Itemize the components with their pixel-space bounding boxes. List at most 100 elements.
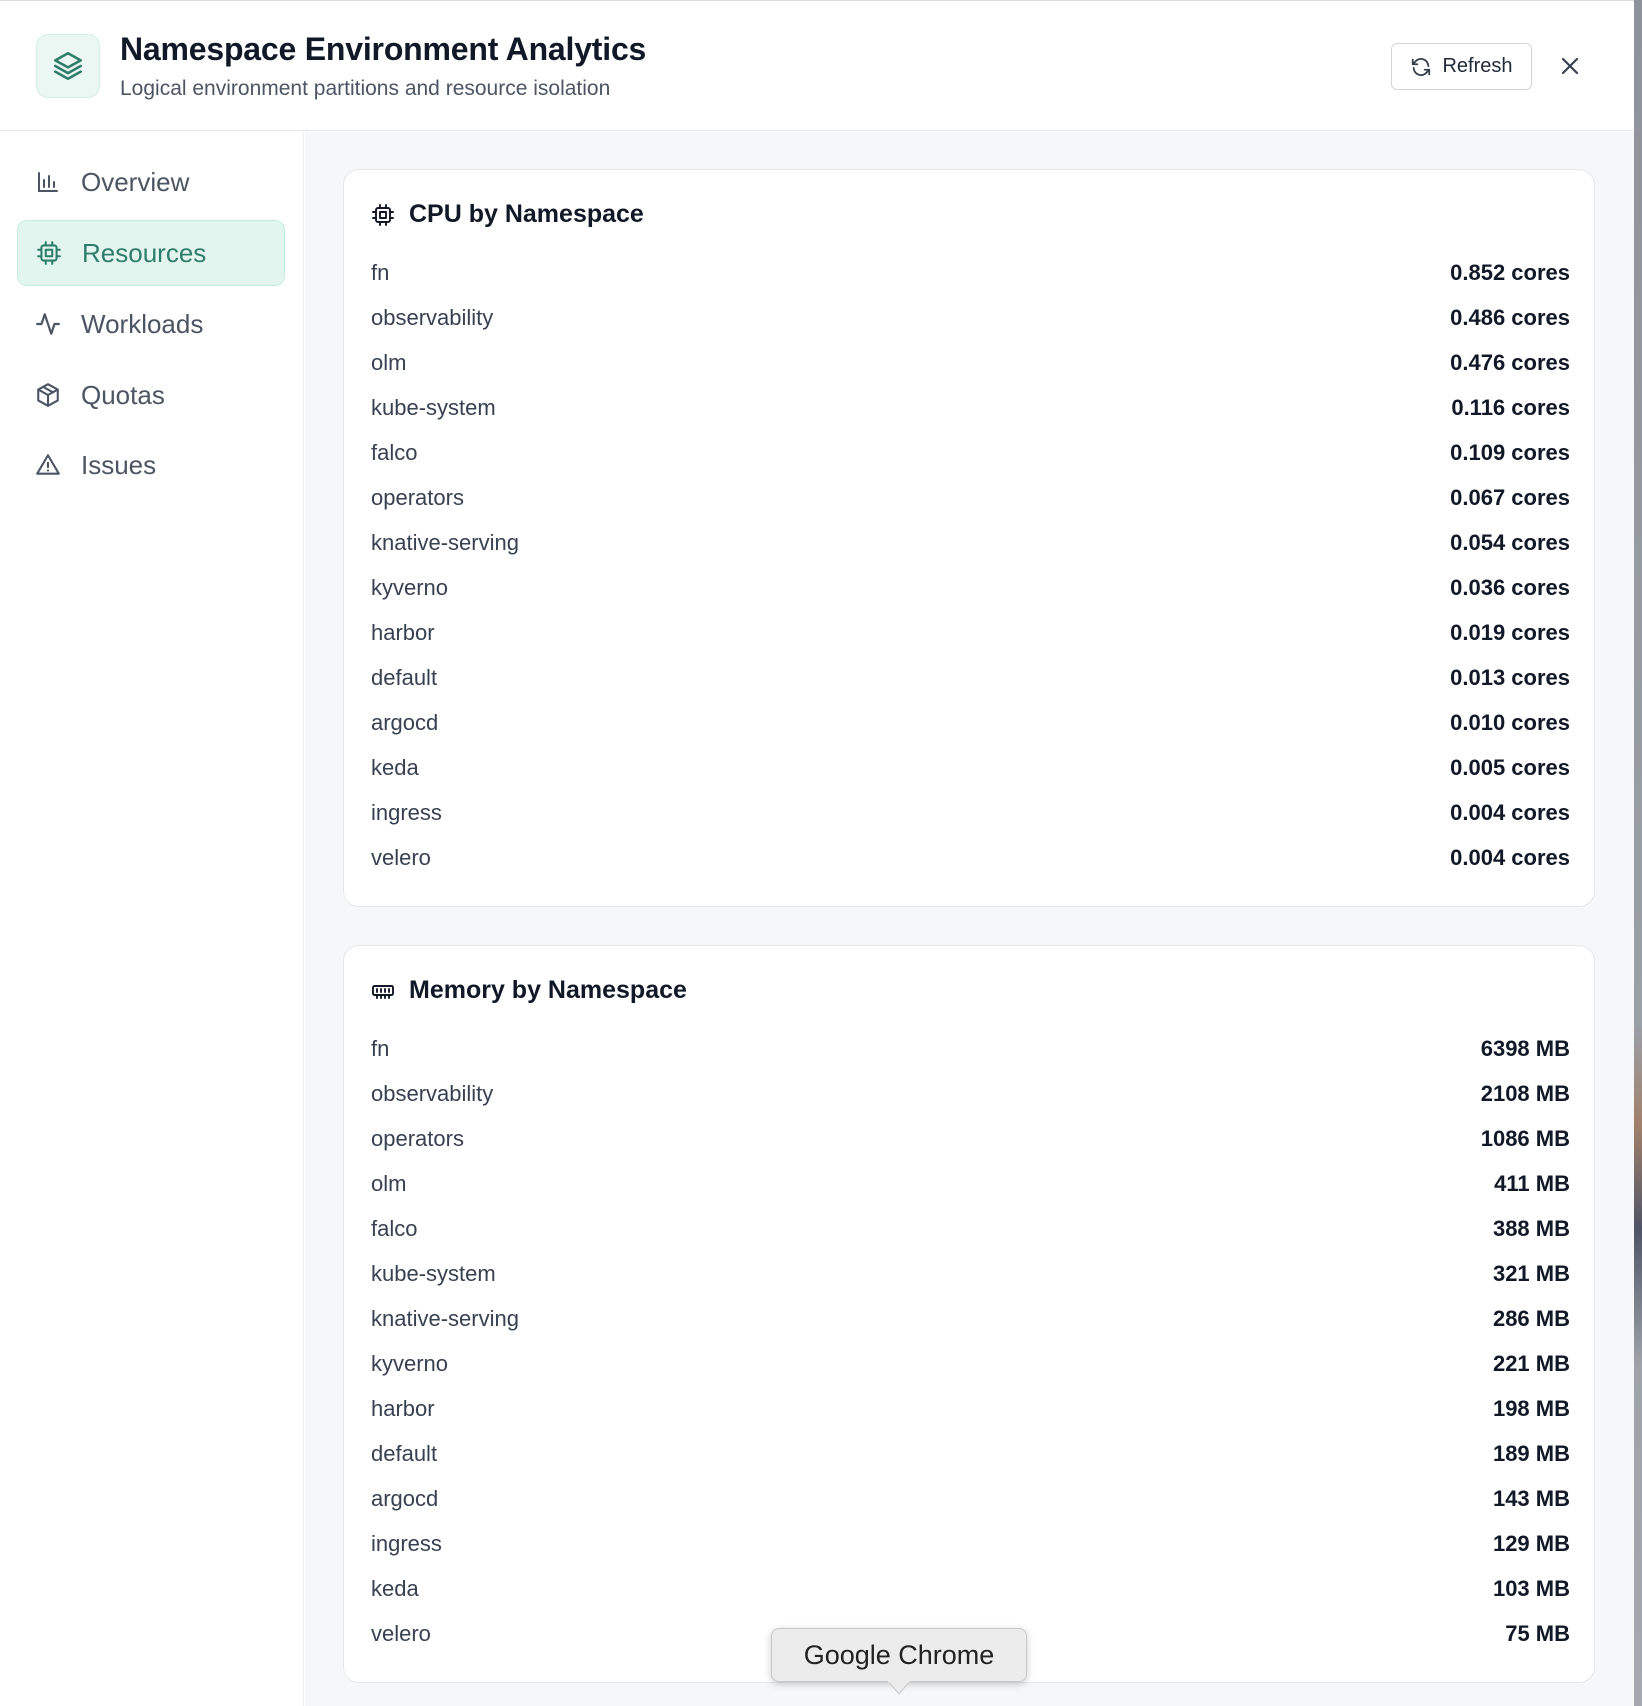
sidebar-item-quotas[interactable]: Quotas bbox=[17, 362, 285, 428]
card-title: Memory by Namespace bbox=[371, 976, 687, 1005]
refresh-label: Refresh bbox=[1442, 55, 1513, 77]
modal-header: Namespace Environment Analytics Logical … bbox=[0, 1, 1634, 131]
list-item: fn 0.852 cores bbox=[371, 250, 1570, 295]
memory-value: 411 MB bbox=[1494, 1170, 1570, 1196]
cpu-card: CPU by Namespace fn 0.852 cores observabi… bbox=[343, 169, 1595, 907]
memory-value: 143 MB bbox=[1492, 1485, 1570, 1511]
close-button[interactable] bbox=[1554, 47, 1586, 85]
memory-value: 2108 MB bbox=[1480, 1080, 1570, 1106]
memory-value: 198 MB bbox=[1492, 1395, 1570, 1421]
namespace-name: olm bbox=[371, 349, 407, 375]
list-item: operators 0.067 cores bbox=[371, 475, 1570, 520]
namespace-name: argocd bbox=[371, 1485, 439, 1511]
package-icon bbox=[35, 382, 61, 408]
memory-value: 6398 MB bbox=[1480, 1035, 1570, 1061]
analytics-modal: Namespace Environment Analytics Logical … bbox=[0, 0, 1634, 1706]
namespace-name: argocd bbox=[371, 709, 439, 735]
alert-triangle-icon bbox=[35, 452, 61, 478]
refresh-icon bbox=[1410, 56, 1432, 78]
refresh-button[interactable]: Refresh bbox=[1391, 43, 1532, 90]
list-item: default 189 MB bbox=[371, 1431, 1570, 1476]
sidebar-item-label: Resources bbox=[82, 237, 207, 268]
namespace-name: kyverno bbox=[371, 1350, 449, 1376]
cpu-value: 0.486 cores bbox=[1450, 304, 1570, 330]
list-item: olm 411 MB bbox=[371, 1161, 1570, 1206]
namespace-name: ingress bbox=[371, 799, 442, 825]
cpu-value: 0.004 cores bbox=[1450, 844, 1570, 870]
namespace-name: kube-system bbox=[371, 394, 496, 420]
memory-value: 286 MB bbox=[1492, 1305, 1570, 1331]
cpu-value: 0.004 cores bbox=[1450, 799, 1570, 825]
list-item: velero 0.004 cores bbox=[371, 835, 1570, 880]
memory-value: 221 MB bbox=[1492, 1350, 1570, 1376]
sidebar-item-overview[interactable]: Overview bbox=[17, 149, 285, 215]
page-title: Namespace Environment Analytics bbox=[120, 31, 647, 67]
list-item: default 0.013 cores bbox=[371, 655, 1570, 700]
memory-value: 75 MB bbox=[1505, 1620, 1570, 1646]
cpu-icon bbox=[36, 240, 62, 266]
namespace-name: falco bbox=[371, 1215, 418, 1241]
cpu-value: 0.109 cores bbox=[1450, 439, 1570, 465]
cpu-value: 0.013 cores bbox=[1450, 664, 1570, 690]
namespace-name: observability bbox=[371, 1080, 494, 1106]
namespace-name: default bbox=[371, 1440, 438, 1466]
memory-card: Memory by Namespace fn 6398 MB observabil… bbox=[343, 945, 1595, 1683]
sidebar-item-label: Workloads bbox=[81, 308, 204, 339]
list-item: observability 2108 MB bbox=[371, 1071, 1570, 1116]
list-item: operators 1086 MB bbox=[371, 1116, 1570, 1161]
list-item: ingress 0.004 cores bbox=[371, 790, 1570, 835]
list-item: argocd 0.010 cores bbox=[371, 700, 1570, 745]
namespace-name: operators bbox=[371, 1125, 464, 1151]
namespace-name: harbor bbox=[371, 1395, 435, 1421]
namespace-name: velero bbox=[371, 1620, 431, 1646]
namespace-name: keda bbox=[371, 754, 419, 780]
list-item: keda 0.005 cores bbox=[371, 745, 1570, 790]
namespace-name: kyverno bbox=[371, 574, 449, 600]
list-item: argocd 143 MB bbox=[371, 1476, 1570, 1521]
namespace-name: olm bbox=[371, 1170, 407, 1196]
namespace-name: operators bbox=[371, 484, 464, 510]
cpu-value: 0.019 cores bbox=[1450, 619, 1570, 645]
list-item: harbor 0.019 cores bbox=[371, 610, 1570, 655]
memory-list: fn 6398 MB observability 2108 MB operators… bbox=[371, 1026, 1570, 1656]
main-content: CPU by Namespace fn 0.852 cores observabi… bbox=[305, 132, 1634, 1706]
namespace-name: keda bbox=[371, 1575, 419, 1601]
tooltip-pointer bbox=[888, 1681, 910, 1695]
namespace-name: ingress bbox=[371, 1530, 442, 1556]
sidebar-item-issues[interactable]: Issues bbox=[17, 432, 285, 498]
list-item: falco 388 MB bbox=[371, 1206, 1570, 1251]
list-item: harbor 198 MB bbox=[371, 1386, 1570, 1431]
list-item: kube-system 0.116 cores bbox=[371, 385, 1570, 430]
list-item: falco 0.109 cores bbox=[371, 430, 1570, 475]
memory-icon bbox=[371, 979, 395, 1003]
cpu-value: 0.116 cores bbox=[1451, 394, 1570, 420]
list-item: observability 0.486 cores bbox=[371, 295, 1570, 340]
memory-card-title: Memory by Namespace bbox=[409, 976, 687, 1004]
namespace-name: fn bbox=[371, 259, 390, 285]
namespace-name: knative-serving bbox=[371, 529, 519, 555]
memory-value: 1086 MB bbox=[1480, 1125, 1570, 1151]
namespace-name: kube-system bbox=[371, 1260, 496, 1286]
layers-icon bbox=[36, 34, 100, 98]
namespace-name: falco bbox=[371, 439, 418, 465]
memory-value: 129 MB bbox=[1492, 1530, 1570, 1556]
sidebar: Overview Resources Workloads Quotas Issu… bbox=[0, 132, 304, 1706]
sidebar-item-workloads[interactable]: Workloads bbox=[17, 291, 285, 357]
namespace-name: default bbox=[371, 664, 438, 690]
card-title: CPU by Namespace bbox=[371, 200, 644, 229]
cpu-icon bbox=[371, 203, 395, 227]
memory-value: 321 MB bbox=[1492, 1260, 1570, 1286]
namespace-name: harbor bbox=[371, 619, 435, 645]
list-item: knative-serving 286 MB bbox=[371, 1296, 1570, 1341]
cpu-value: 0.036 cores bbox=[1450, 574, 1570, 600]
list-item: knative-serving 0.054 cores bbox=[371, 520, 1570, 565]
page-subtitle: Logical environment partitions and resou… bbox=[120, 77, 611, 100]
namespace-name: fn bbox=[371, 1035, 390, 1061]
activity-icon bbox=[35, 311, 61, 337]
cpu-value: 0.852 cores bbox=[1450, 259, 1570, 285]
list-item: fn 6398 MB bbox=[371, 1026, 1570, 1071]
sidebar-item-resources[interactable]: Resources bbox=[17, 220, 285, 286]
cpu-value: 0.476 cores bbox=[1450, 349, 1570, 375]
list-item: olm 0.476 cores bbox=[371, 340, 1570, 385]
cpu-value: 0.010 cores bbox=[1450, 709, 1570, 735]
